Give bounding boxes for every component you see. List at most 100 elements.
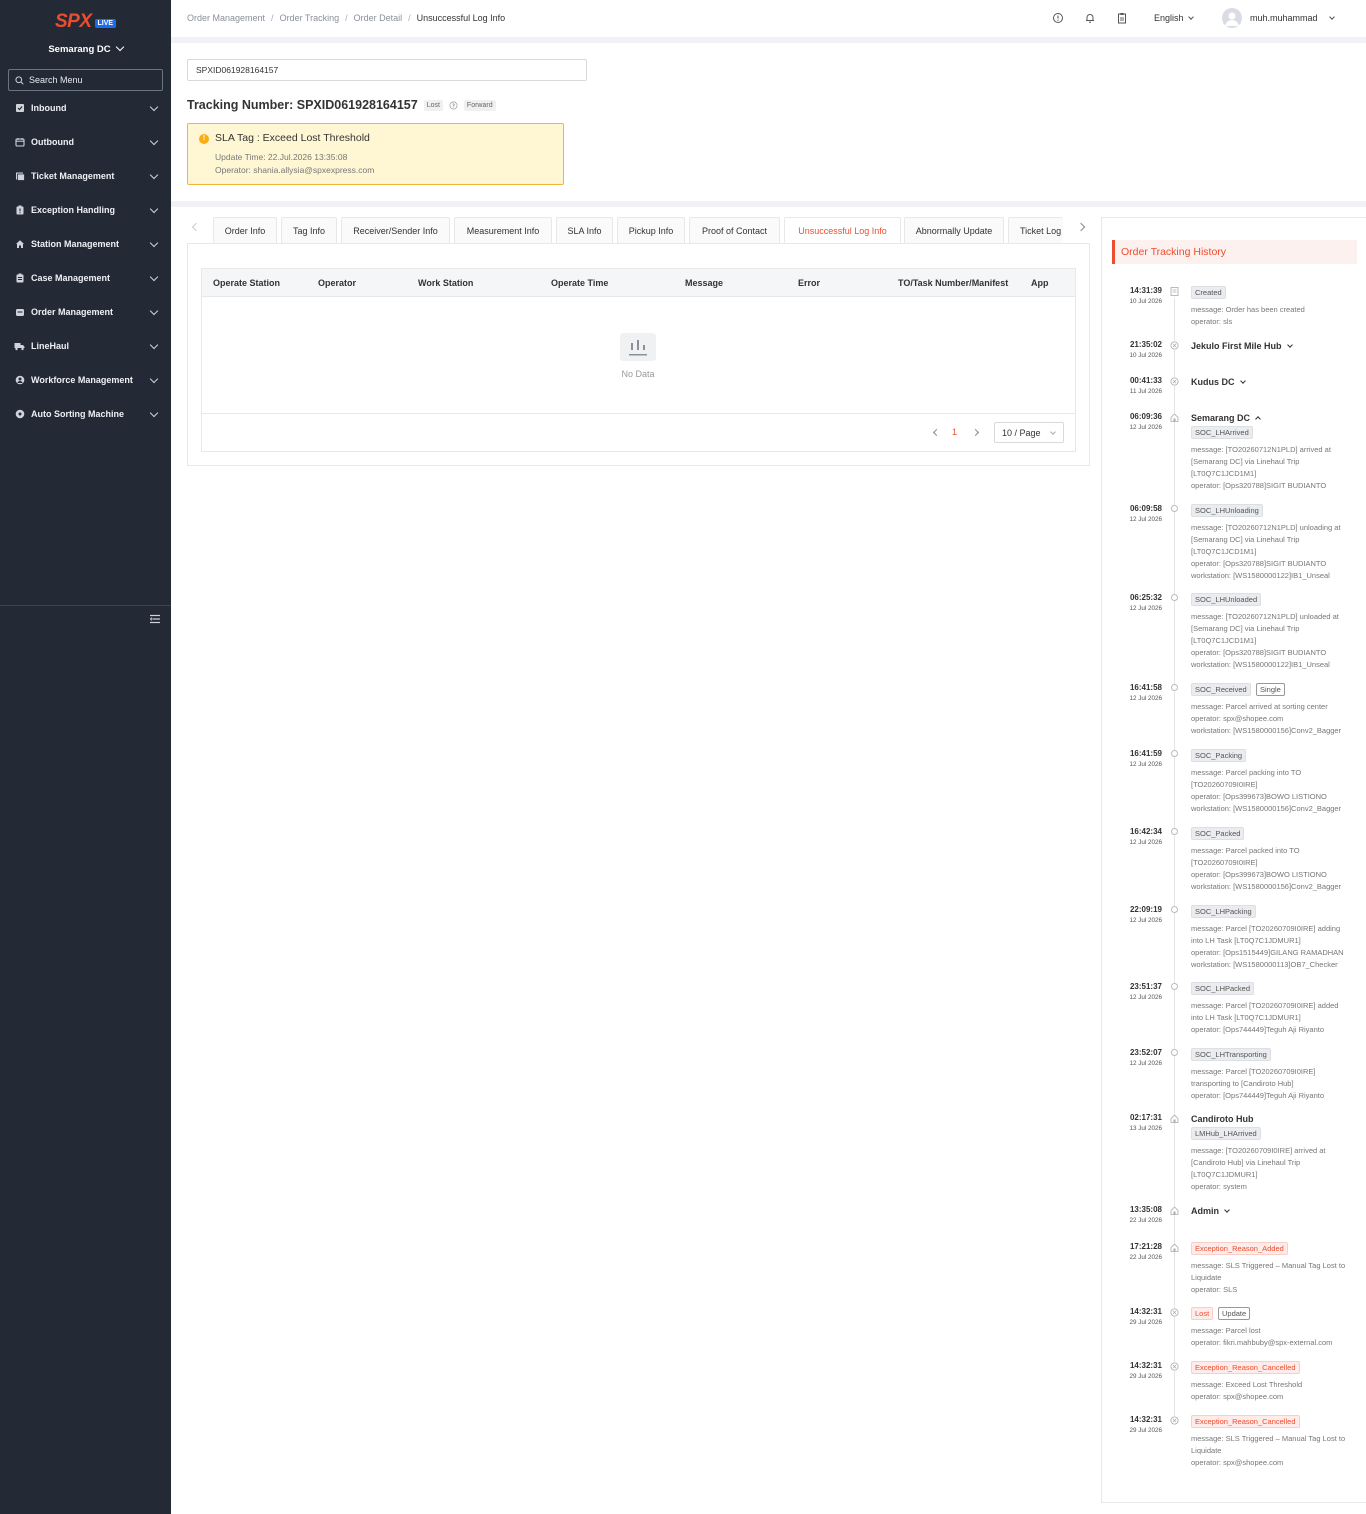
search-menu-input[interactable]: Search Menu [8, 69, 163, 91]
sidebar-item-label: Inbound [31, 103, 67, 113]
event-detail-line: operator: spx@shopee.com [1191, 1392, 1284, 1401]
breadcrumb-order-detail[interactable]: Order Detail [354, 13, 403, 23]
event-status-tag: Exception_Reason_Cancelled [1191, 1361, 1300, 1374]
sidebar-item-case-management[interactable]: Case Management [0, 267, 171, 289]
event-time: 14:31:39 [1129, 286, 1162, 295]
forward-tag: Forward [463, 99, 496, 111]
gear-icon [14, 409, 25, 420]
event-detail-line: operator: [Ops744449]Teguh Aji Riyanto [1191, 1091, 1325, 1100]
sidebar-item-label: Order Management [31, 307, 114, 317]
tracking-search-input[interactable]: SPXID061928164157 [187, 59, 587, 81]
event-station-label: Kudus DC [1191, 377, 1235, 387]
sidebar-item-station-management[interactable]: Station Management [0, 233, 171, 255]
chevron-down-icon [149, 306, 159, 316]
event-station[interactable]: Semarang DC [1191, 413, 1261, 423]
user-menu[interactable]: muh.muhammad [1250, 13, 1335, 23]
sidebar-item-ticket-management[interactable]: Ticket Management [0, 165, 171, 187]
close-circle-icon [1170, 1308, 1179, 1317]
event-detail-line: message: Parcel [TO20260709I0IRE] adding [1191, 924, 1341, 933]
event-status-tag: SOC_LHPacking [1191, 905, 1256, 918]
tab-measurement-info[interactable]: Measurement Info [454, 217, 552, 244]
sidebar-item-order-management[interactable]: Order Management [0, 301, 171, 323]
sidebar-item-workforce-management[interactable]: Workforce Management [0, 369, 171, 391]
event-time: 23:52:07 [1129, 1048, 1162, 1057]
event-detail-line: message: Parcel [TO20260709I0IRE] [1191, 1067, 1316, 1076]
col-message: Message [685, 278, 724, 288]
sla-operator: Operator: shania.allysia@spxexpress.com [215, 165, 375, 175]
avatar[interactable] [1222, 8, 1242, 28]
sidebar-item-linehaul[interactable]: LineHaul [0, 335, 171, 357]
col-work-station: Work Station [418, 278, 474, 288]
close-circle-icon [1170, 341, 1179, 350]
tabs-next-icon[interactable] [1076, 222, 1086, 232]
pagination-next-icon[interactable] [971, 428, 980, 437]
event-detail-line: [Semarang DC] via Linehaul Trip [1191, 457, 1300, 466]
tabs-prev-icon[interactable] [191, 222, 201, 232]
sidebar-item-inbound[interactable]: Inbound [0, 97, 171, 119]
event-detail-line: message: Parcel packing into TO [1191, 768, 1302, 777]
event-detail-line: message: [TO20260709I0IRE] arrived at [1191, 1146, 1326, 1155]
event-time: 16:41:58 [1129, 683, 1162, 692]
sidebar-item-outbound[interactable]: Outbound [0, 131, 171, 153]
no-data-text: No Data [621, 369, 655, 379]
collapse-menu-icon[interactable] [150, 614, 160, 624]
event-station[interactable]: Admin [1191, 1206, 1230, 1216]
event-detail-line: operator: sls [1191, 317, 1233, 326]
order-icon [14, 307, 25, 318]
event-detail-line: message: [TO20260712N1PLD] arrived at [1191, 445, 1331, 454]
event-detail-line: message: Parcel lost [1191, 1326, 1261, 1335]
breadcrumb-order-tracking[interactable]: Order Tracking [280, 13, 340, 23]
event-status-tag: Exception_Reason_Cancelled [1191, 1415, 1300, 1428]
dc-selector[interactable]: Semarang DC [0, 42, 171, 55]
event-date: 12 Jul 2026 [1129, 695, 1162, 702]
event-station[interactable]: Kudus DC [1191, 377, 1246, 387]
page-size-select[interactable]: 10 / Page [994, 422, 1064, 443]
tab-receiver-sender-info[interactable]: Receiver/Sender Info [341, 217, 450, 244]
tab-ticket-log[interactable]: Ticket Log [1008, 217, 1063, 244]
tab-proof-of-contact[interactable]: Proof of Contact [689, 217, 780, 244]
language-selector[interactable]: English [1154, 13, 1194, 23]
pagination-page-1[interactable]: 1 [952, 427, 957, 437]
home-icon [1170, 1206, 1179, 1215]
event-detail-line: message: [TO20260712N1PLD] unloading at [1191, 523, 1341, 532]
event-date: 29 Jul 2026 [1129, 1373, 1162, 1380]
pagination-prev-icon[interactable] [932, 428, 941, 437]
user-icon [14, 375, 25, 386]
event-status-tag: SOC_LHUnloading [1191, 504, 1263, 517]
event-station-label: Jekulo First Mile Hub [1191, 341, 1282, 351]
event-date: 12 Jul 2026 [1129, 839, 1162, 846]
tab-order-info[interactable]: Order Info [213, 217, 277, 244]
page-size-label: 10 / Page [1002, 427, 1041, 438]
event-station[interactable]: Candiroto Hub [1191, 1114, 1254, 1124]
clipboard-icon[interactable] [1116, 12, 1128, 24]
tab-pickup-info[interactable]: Pickup Info [617, 217, 685, 244]
event-station-label: Semarang DC [1191, 413, 1251, 423]
event-detail-line: operator: [Ops399673]BOWO LISTIONO [1191, 870, 1327, 879]
chevron-down-icon [115, 42, 124, 52]
chevron-down-icon [149, 136, 159, 146]
event-station[interactable]: Jekulo First Mile Hub [1191, 341, 1293, 351]
tab-unsuccessful-log-info[interactable]: Unsuccessful Log Info [784, 217, 901, 244]
info-shield-icon[interactable] [1052, 12, 1064, 24]
event-date: 29 Jul 2026 [1129, 1319, 1162, 1326]
event-detail-line: message: Parcel arrived at sorting cente… [1191, 702, 1328, 711]
bell-icon[interactable] [1084, 12, 1096, 24]
help-circle-icon[interactable]: ? [449, 101, 458, 110]
event-status-tag: SOC_Received [1191, 683, 1251, 696]
top-header: Order Management / Order Tracking / Order De… [171, 0, 1366, 37]
spx-logo[interactable]: SPX LIVE [55, 10, 117, 32]
breadcrumb-order-management[interactable]: Order Management [187, 13, 265, 23]
sidebar-item-exception-handling[interactable]: Exception Handling [0, 199, 171, 221]
event-secondary-tag: Update [1218, 1307, 1251, 1320]
tab-abnormally-update[interactable]: Abnormally Update [904, 217, 1004, 244]
tab-sla-info[interactable]: SLA Info [556, 217, 613, 244]
event-date: 10 Jul 2026 [1129, 298, 1162, 305]
event-detail-line: Liquidate [1191, 1446, 1222, 1455]
event-detail-line: workstation: [WS1580000156]Conv2_Bagger [1191, 804, 1342, 813]
sidebar-item-auto-sorting-machine[interactable]: Auto Sorting Machine [0, 403, 171, 425]
section-divider [171, 201, 1366, 207]
event-detail-line: operator: spx@shopee.com [1191, 1458, 1284, 1467]
event-time: 17:21:28 [1129, 1242, 1162, 1251]
tab-tag-info[interactable]: Tag Info [281, 217, 337, 244]
timeline-line [1174, 298, 1175, 1424]
